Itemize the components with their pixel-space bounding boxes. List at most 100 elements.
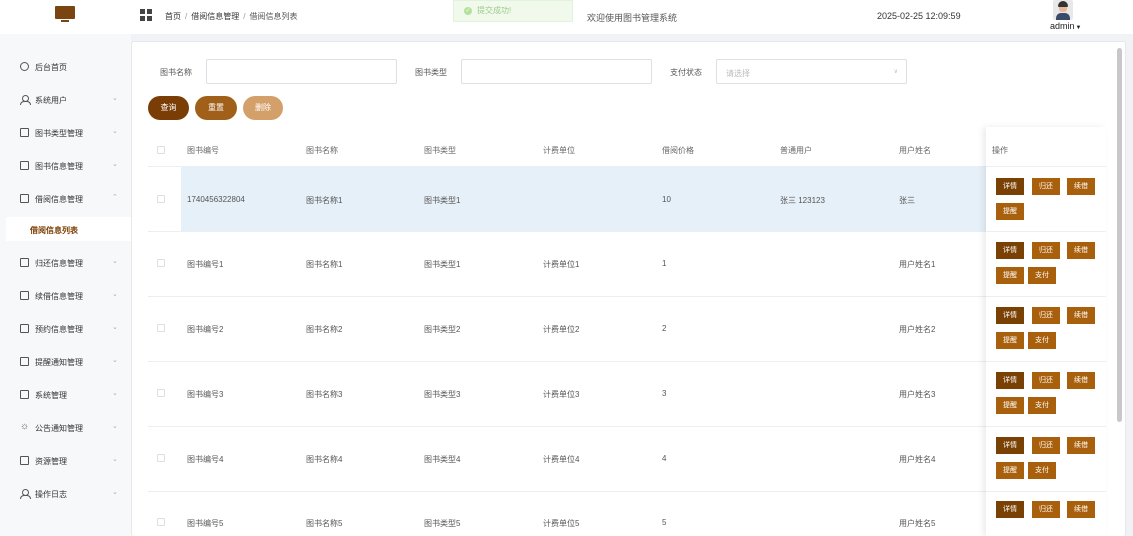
sidebar-item-borrow[interactable]: 借阅信息管理 ⌃ <box>0 188 131 210</box>
user-dropdown[interactable]: admin▼ <box>1050 21 1081 31</box>
pay-button[interactable]: 支付 <box>1028 332 1056 349</box>
cell-book-type: 图书类型5 <box>424 519 461 528</box>
remind-button[interactable]: 提醒 <box>996 462 1024 479</box>
sidebar-item-reminder[interactable]: 提醒通知管理 ⌄ <box>0 351 131 373</box>
table-row[interactable] <box>148 492 1106 536</box>
pay-button[interactable]: 支付 <box>1028 267 1056 284</box>
chevron-down-icon: ⌄ <box>112 489 118 496</box>
cell-book-no: 图书编号4 <box>187 455 224 464</box>
book-type-input[interactable] <box>461 59 652 84</box>
table-row[interactable] <box>148 362 1106 427</box>
pay-button[interactable]: 支付 <box>1028 462 1056 479</box>
op-divider <box>986 491 1106 492</box>
row-checkbox[interactable] <box>157 389 165 397</box>
table-row[interactable] <box>148 297 1106 362</box>
cell-unit: 计费单位1 <box>543 260 580 269</box>
sidebar-item-system-users[interactable]: 系统用户 ⌄ <box>0 89 131 111</box>
query-button[interactable]: 查询 <box>148 96 189 120</box>
sidebar-item-label: 资源管理 <box>35 457 67 466</box>
row-checkbox[interactable] <box>157 195 165 203</box>
cell-book-no: 图书编号5 <box>187 519 224 528</box>
renew-button[interactable]: 续借 <box>1067 501 1095 518</box>
return-button[interactable]: 归还 <box>1032 437 1060 454</box>
row-checkbox[interactable] <box>157 259 165 267</box>
detail-button[interactable]: 详情 <box>996 307 1024 324</box>
row-checkbox[interactable] <box>157 518 165 526</box>
select-all-checkbox[interactable] <box>157 146 165 154</box>
sidebar-item-book-info[interactable]: 图书信息管理 ⌄ <box>0 155 131 177</box>
sidebar-item-system[interactable]: 系统管理 ⌄ <box>0 384 131 406</box>
remind-button[interactable]: 提醒 <box>996 332 1024 349</box>
op-divider <box>986 426 1106 427</box>
cell-book-name: 图书名称1 <box>306 196 343 205</box>
top-header: 首页 / 借阅信息管理 / 借阅信息列表 ✓ 提交成功! 欢迎使用图书管理系统 2025-… <box>0 0 1133 34</box>
remind-button[interactable]: 提醒 <box>996 267 1024 284</box>
cell-book-name: 图书名称2 <box>306 325 343 334</box>
renew-button[interactable]: 续借 <box>1067 372 1095 389</box>
table-row[interactable] <box>148 232 1106 297</box>
cell-book-type: 图书类型1 <box>424 196 461 205</box>
remind-button[interactable]: 提醒 <box>996 203 1024 220</box>
chevron-down-icon: ⌄ <box>112 161 118 168</box>
cell-book-name: 图书名称3 <box>306 390 343 399</box>
detail-button[interactable]: 详情 <box>996 501 1024 518</box>
sidebar-item-home[interactable]: 后台首页 <box>0 56 131 78</box>
return-button[interactable]: 归还 <box>1032 242 1060 259</box>
renew-button[interactable]: 续借 <box>1067 437 1095 454</box>
avatar[interactable] <box>1053 0 1073 20</box>
book-name-input[interactable] <box>206 59 397 84</box>
logo-icon <box>55 6 75 23</box>
detail-button[interactable]: 详情 <box>996 372 1024 389</box>
breadcrumb-section[interactable]: 借阅信息管理 <box>191 12 239 21</box>
user-icon <box>20 489 31 499</box>
cell-book-type: 图书类型4 <box>424 455 461 464</box>
detail-button[interactable]: 详情 <box>996 178 1024 195</box>
sidebar-item-reserve[interactable]: 预约信息管理 ⌄ <box>0 318 131 340</box>
table-row[interactable] <box>148 427 1106 492</box>
sidebar-item-renew[interactable]: 续借信息管理 ⌄ <box>0 285 131 307</box>
cell-book-type: 图书类型3 <box>424 390 461 399</box>
menu-toggle-icon[interactable] <box>140 9 152 21</box>
sidebar-subitem-borrow-list[interactable]: 借阅信息列表 <box>6 217 131 241</box>
detail-button[interactable]: 详情 <box>996 242 1024 259</box>
chevron-down-icon: ⌄ <box>112 258 118 265</box>
menu-icon <box>20 128 29 137</box>
menu-icon <box>20 194 29 203</box>
return-button[interactable]: 归还 <box>1032 178 1060 195</box>
row-checkbox[interactable] <box>157 454 165 462</box>
cell-unit: 计费单位2 <box>543 325 580 334</box>
sidebar-item-label: 系统管理 <box>35 391 67 400</box>
cell-book-no: 图书编号2 <box>187 325 224 334</box>
return-button[interactable]: 归还 <box>1032 501 1060 518</box>
remind-button[interactable]: 提醒 <box>996 397 1024 414</box>
renew-button[interactable]: 续借 <box>1067 242 1095 259</box>
menu-icon <box>20 324 29 333</box>
return-button[interactable]: 归还 <box>1032 372 1060 389</box>
menu-icon <box>20 258 29 267</box>
header-realname: 用户姓名 <box>899 146 931 155</box>
username-label: admin <box>1050 21 1075 31</box>
sidebar-item-notice[interactable]: ☼ 公告通知管理 ⌄ <box>0 417 131 439</box>
reset-button[interactable]: 重置 <box>195 96 237 120</box>
op-divider <box>986 231 1106 232</box>
sidebar-item-resources[interactable]: 资源管理 ⌄ <box>0 450 131 472</box>
renew-button[interactable]: 续借 <box>1067 178 1095 195</box>
header-user: 普通用户 <box>780 146 812 155</box>
sidebar-item-return[interactable]: 归还信息管理 ⌄ <box>0 252 131 274</box>
breadcrumb-home[interactable]: 首页 <box>165 12 181 21</box>
sidebar-item-label: 系统用户 <box>35 96 67 105</box>
delete-button[interactable]: 删除 <box>243 96 283 120</box>
pay-status-select[interactable]: 请选择 ∨ <box>716 59 907 84</box>
pay-button[interactable]: 支付 <box>1028 397 1056 414</box>
renew-button[interactable]: 续借 <box>1067 307 1095 324</box>
sidebar-item-book-types[interactable]: 图书类型管理 ⌄ <box>0 122 131 144</box>
chevron-down-icon: ⌄ <box>112 390 118 397</box>
vertical-scrollbar[interactable] <box>1117 48 1122 422</box>
cell-user: 张三 123123 <box>780 196 825 205</box>
sidebar-item-logs[interactable]: 操作日志 ⌄ <box>0 483 131 505</box>
row-checkbox[interactable] <box>157 324 165 332</box>
return-button[interactable]: 归还 <box>1032 307 1060 324</box>
detail-button[interactable]: 详情 <box>996 437 1024 454</box>
table-row[interactable] <box>148 167 1106 232</box>
chevron-down-icon: ⌄ <box>112 357 118 364</box>
